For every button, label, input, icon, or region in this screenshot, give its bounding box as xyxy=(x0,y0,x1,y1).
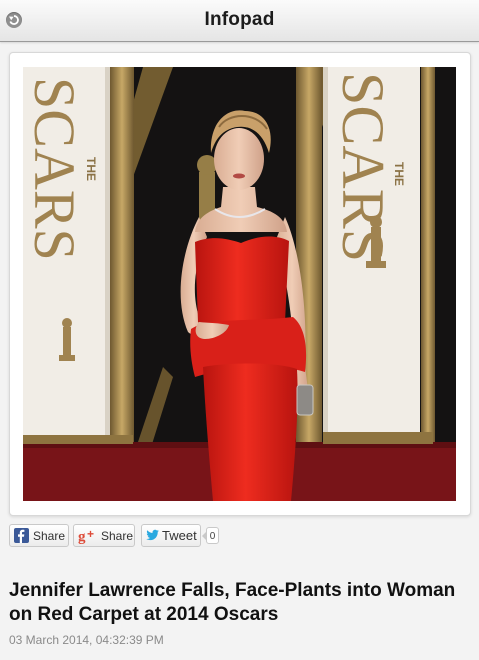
svg-text:SCARS: SCARS xyxy=(23,77,87,261)
article-title[interactable]: Jennifer Lawrence Falls, Face-Plants int… xyxy=(9,579,469,627)
header-title: Infopad xyxy=(204,9,275,30)
facebook-share-button[interactable]: Share xyxy=(9,524,69,547)
article-photo[interactable]: SCARS THE SCARS THE xyxy=(23,67,456,501)
google-plus-share-label: Share xyxy=(101,529,134,543)
svg-text:THE: THE xyxy=(392,162,406,186)
svg-text:+: + xyxy=(87,528,94,541)
twitter-tweet-label: Tweet xyxy=(162,528,197,543)
svg-text:THE: THE xyxy=(84,157,98,181)
google-plus-share-button[interactable]: g + Share xyxy=(73,524,135,547)
twitter-bird-icon xyxy=(146,528,160,545)
article-image-card: SCARS THE SCARS THE xyxy=(9,52,471,516)
tweet-count-badge: 0 xyxy=(202,527,219,544)
google-plus-icon: g + xyxy=(78,527,100,547)
app-header: Infopad xyxy=(0,0,479,42)
article-date: 03 March 2014, 04:32:39 PM xyxy=(9,633,164,647)
svg-text:SCARS: SCARS xyxy=(330,72,396,262)
red-carpet-photo: SCARS THE SCARS THE xyxy=(23,67,456,501)
facebook-icon xyxy=(14,528,29,546)
svg-text:g: g xyxy=(78,529,86,544)
facebook-share-label: Share xyxy=(33,529,66,543)
twitter-tweet-button[interactable]: Tweet xyxy=(141,524,201,547)
